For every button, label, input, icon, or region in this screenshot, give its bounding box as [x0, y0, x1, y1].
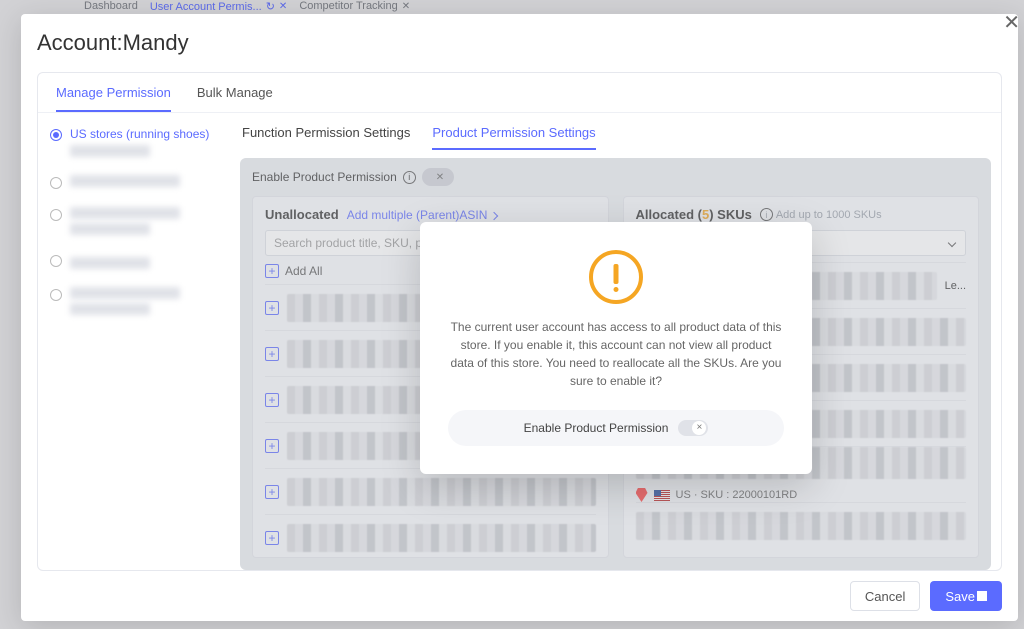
- store-item[interactable]: [50, 287, 224, 315]
- store-list: US stores (running shoes): [38, 113, 236, 570]
- redacted-text: [70, 223, 150, 235]
- confirm-dialog: The current user account has access to a…: [420, 222, 812, 474]
- save-button[interactable]: Save: [930, 581, 1002, 611]
- toggle-switch[interactable]: [678, 420, 708, 436]
- dialog-message: The current user account has access to a…: [448, 318, 784, 390]
- tab-bulk-manage[interactable]: Bulk Manage: [197, 85, 273, 112]
- redacted-text: [70, 257, 150, 269]
- radio-icon[interactable]: [50, 129, 62, 141]
- close-icon[interactable]: ✕: [1003, 10, 1020, 35]
- subtab-function-permission[interactable]: Function Permission Settings: [242, 125, 410, 150]
- modal-title: Account:Mandy: [21, 14, 1018, 60]
- store-item[interactable]: [50, 175, 224, 189]
- modal-footer: Cancel Save: [21, 571, 1018, 621]
- redacted-text: [70, 175, 180, 187]
- redacted-text: [70, 303, 150, 315]
- redacted-text: [70, 145, 150, 157]
- cancel-button[interactable]: Cancel: [850, 581, 920, 611]
- store-item-selected[interactable]: US stores (running shoes): [50, 127, 224, 157]
- store-item[interactable]: [50, 207, 224, 235]
- settings-subtabs: Function Permission Settings Product Per…: [236, 113, 1001, 150]
- redacted-text: [70, 287, 180, 299]
- radio-icon[interactable]: [50, 289, 62, 301]
- radio-icon[interactable]: [50, 209, 62, 221]
- store-item[interactable]: [50, 253, 224, 269]
- dialog-enable-toggle[interactable]: Enable Product Permission: [448, 410, 784, 446]
- redacted-text: [70, 207, 180, 219]
- radio-icon[interactable]: [50, 177, 62, 189]
- tab-manage-permission[interactable]: Manage Permission: [56, 85, 171, 112]
- radio-icon[interactable]: [50, 255, 62, 267]
- warning-icon: [589, 250, 643, 304]
- subtab-product-permission[interactable]: Product Permission Settings: [432, 125, 595, 150]
- permission-mode-tabs: Manage Permission Bulk Manage: [38, 73, 1001, 113]
